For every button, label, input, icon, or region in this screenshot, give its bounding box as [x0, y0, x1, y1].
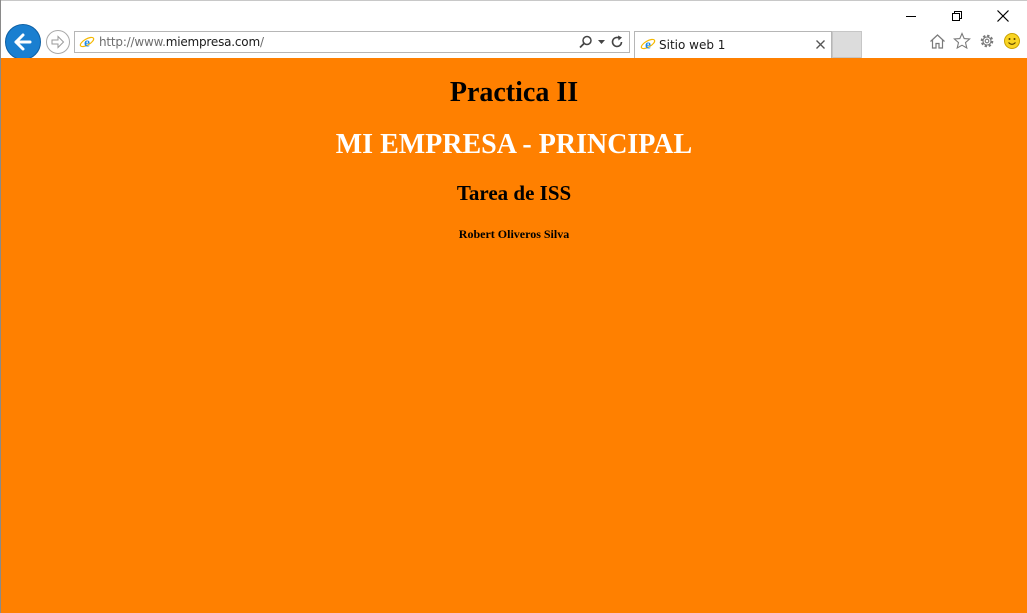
home-button[interactable] — [928, 32, 946, 50]
address-bar[interactable]: e http://www.miempresa.com/ — [74, 31, 630, 53]
forward-button[interactable] — [46, 30, 70, 54]
home-icon — [929, 33, 945, 49]
svg-text:e: e — [84, 35, 90, 50]
favorites-button[interactable] — [953, 32, 971, 50]
refresh-icon[interactable] — [609, 34, 625, 50]
back-arrow-icon — [14, 33, 32, 51]
feedback-button[interactable] — [1003, 32, 1021, 50]
assignment-subheading: Tarea de ISS — [456, 181, 572, 205]
search-icon[interactable] — [578, 34, 594, 50]
tools-button[interactable] — [978, 32, 996, 50]
tab-title: Sitio web 1 — [659, 38, 726, 52]
browser-window: e http://www.miempresa.com/ e Sitio web … — [0, 0, 1027, 613]
dropdown-arrow-icon[interactable] — [597, 34, 606, 50]
close-icon — [815, 39, 825, 49]
title-bar — [1, 0, 1027, 30]
browser-command-icons — [928, 32, 1021, 50]
address-bar-actions — [578, 34, 625, 50]
forward-arrow-icon — [51, 35, 65, 49]
restore-button[interactable] — [934, 1, 980, 31]
smiley-icon — [1004, 33, 1020, 49]
minimize-button[interactable] — [888, 1, 934, 31]
back-button[interactable] — [5, 24, 41, 60]
close-window-button[interactable] — [980, 1, 1026, 31]
minimize-icon — [906, 16, 916, 17]
url-text[interactable]: http://www.miempresa.com/ — [99, 35, 264, 49]
close-icon — [997, 10, 1009, 22]
star-icon — [953, 32, 971, 50]
gear-icon — [980, 34, 994, 48]
navigation-toolbar: e http://www.miempresa.com/ e Sitio web … — [1, 24, 1027, 60]
author-name: Robert Oliveros Silva — [458, 227, 570, 241]
internet-explorer-icon: e — [640, 37, 656, 52]
new-tab-button[interactable] — [832, 31, 862, 58]
web-page-content: Practica II MI EMPRESA - PRINCIPAL Tarea… — [1, 58, 1027, 613]
tab-sitio-web-1[interactable]: e Sitio web 1 — [634, 31, 832, 58]
company-heading: MI EMPRESA - PRINCIPAL — [335, 129, 693, 160]
internet-explorer-icon: e — [79, 35, 95, 50]
svg-text:e: e — [645, 37, 651, 52]
tab-close-button[interactable] — [813, 37, 827, 51]
restore-icon — [952, 11, 962, 21]
page-title: Practica II — [449, 77, 579, 108]
